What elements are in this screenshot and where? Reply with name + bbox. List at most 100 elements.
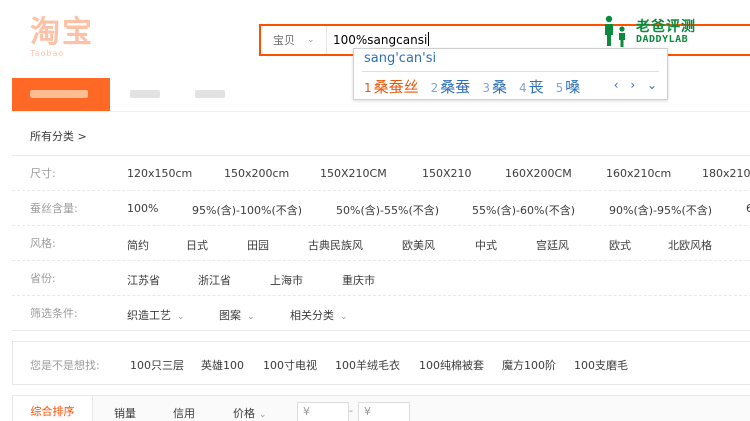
ime-candidates: 1 桑蚕丝 2 桑蚕 3桑 4丧 5嗓 — [364, 76, 592, 97]
tab-label-placeholder — [30, 90, 88, 98]
brand-name-cn: 老爸评测 — [636, 19, 696, 35]
suggestion-link[interactable]: 100寸电视 — [263, 357, 317, 373]
filter-option[interactable]: 160X200CM — [505, 167, 572, 180]
filter-option[interactable]: 中式 — [475, 237, 497, 253]
filter-option[interactable]: 150X210 — [422, 167, 472, 180]
tabs-divider — [12, 111, 750, 112]
ime-candidate-text: 丧 — [528, 78, 544, 96]
ime-candidate-text: 嗓 — [565, 78, 581, 96]
ime-candidate-number: 3 — [482, 81, 490, 95]
daddylab-watermark: 老爸评测 DADDYLAB — [600, 12, 700, 50]
chevron-down-icon: ⌄ — [177, 312, 185, 322]
ime-candidate[interactable]: 2 桑蚕 — [431, 76, 471, 97]
filter-option[interactable]: 150X210CM — [320, 167, 387, 180]
filter-label: 蚕丝含量: — [30, 202, 78, 215]
filter-option[interactable]: 重庆市 — [342, 272, 375, 288]
did-you-mean-bar: 您是不是想找: 100只三层 英雄100 100寸电视 100羊绒毛衣 100纯… — [12, 341, 750, 385]
filter-option[interactable]: 上海市 — [270, 272, 303, 288]
filter-option[interactable]: 50%(含)-55%(不含) — [336, 202, 439, 218]
sort-default[interactable]: 综合排序 — [13, 396, 93, 421]
tab-tmall[interactable] — [130, 90, 160, 98]
filter-option[interactable]: 江苏省 — [127, 272, 160, 288]
suggestion-link[interactable]: 100只三层 — [130, 357, 184, 373]
filter-row-conditions: 筛选条件: 织造工艺 ⌄ 图案 ⌄ 相关分类 ⌄ — [12, 296, 750, 331]
filter-panel: 尺寸: 120x150cm 150x200cm 150X210CM 150X21… — [12, 155, 750, 331]
sort-sales[interactable]: 销量 — [114, 405, 136, 421]
brand-name-en: DADDYLAB — [636, 34, 689, 45]
breadcrumb[interactable]: 所有分类 > — [30, 128, 87, 144]
filter-dropdown-label: 织造工艺 — [127, 309, 171, 322]
filter-label: 筛选条件: — [30, 307, 78, 320]
sort-price[interactable]: 价格 ⌄ — [233, 405, 267, 421]
ime-candidate-window[interactable]: sang'can'si 1 桑蚕丝 2 桑蚕 3桑 4丧 5嗓 ‹ › ⌄ — [353, 48, 668, 100]
filter-row-silk-content: 蚕丝含量: 100% 95%(含)-100%(不含) 50%(含)-55%(不含… — [12, 191, 750, 226]
filter-option[interactable]: 日式 — [186, 237, 208, 253]
suggestion-link[interactable]: 魔方100阶 — [502, 357, 556, 373]
filter-dropdown-pattern[interactable]: 图案 ⌄ — [219, 307, 255, 323]
ime-page-nav[interactable]: ‹ › ⌄ — [614, 78, 661, 92]
ime-candidate-text: 桑 — [491, 78, 507, 96]
ime-candidate-number: 1 — [364, 81, 372, 95]
filter-option[interactable]: 55%(含)-60%(不含) — [472, 202, 575, 218]
sort-credit[interactable]: 信用 — [173, 405, 195, 421]
ime-candidate[interactable]: 3桑 — [482, 76, 507, 97]
suggestion-link[interactable]: 100羊绒毛衣 — [335, 357, 400, 373]
chevron-down-icon: ⌄ — [307, 35, 315, 45]
filter-option[interactable]: 90%(含)-95%(不含) — [609, 202, 712, 218]
family-icon — [605, 15, 625, 47]
ime-candidate[interactable]: 4丧 — [519, 76, 544, 97]
filter-option[interactable]: 180x210cm — [702, 167, 750, 180]
filter-option[interactable]: 150x200cm — [224, 167, 289, 180]
ime-candidate-number: 2 — [430, 81, 439, 95]
filter-option[interactable]: 95%(含)-100%(不含) — [192, 202, 302, 218]
did-you-mean-label: 您是不是想找: — [30, 359, 100, 372]
price-min-input[interactable]: ¥ — [297, 402, 349, 421]
taobao-logo[interactable]: 淘宝 Taobao — [30, 16, 94, 60]
search-category-select[interactable]: 宝贝 ⌄ — [261, 26, 327, 54]
filter-row-province: 省份: 江苏省 浙江省 上海市 重庆市 — [12, 261, 750, 296]
filter-label: 尺寸: — [30, 167, 56, 180]
ime-candidate-text: 桑蚕 — [440, 78, 471, 96]
filter-label: 风格: — [30, 237, 56, 250]
suggestion-link[interactable]: 英雄100 — [201, 357, 244, 373]
suggestion-link[interactable]: 100纯棉被套 — [419, 357, 484, 373]
ime-candidate[interactable]: 1 桑蚕丝 — [364, 76, 419, 97]
chevron-down-icon: ⌄ — [259, 410, 267, 420]
filter-option[interactable]: 宫廷风 — [536, 237, 569, 253]
ime-candidate[interactable]: 5嗓 — [556, 76, 581, 97]
filter-option[interactable]: 欧式 — [609, 237, 631, 253]
filter-dropdown-category[interactable]: 相关分类 ⌄ — [290, 307, 348, 323]
logo-mark: 淘宝 — [30, 15, 94, 50]
filter-label: 省份: — [30, 272, 56, 285]
tab-shop[interactable] — [195, 90, 225, 98]
ime-divider — [362, 71, 659, 72]
filter-option[interactable]: 田园 — [247, 237, 269, 253]
filter-option[interactable]: 简约 — [127, 237, 149, 253]
tab-baobei[interactable] — [12, 78, 110, 112]
search-query: 100%sangcansi — [333, 33, 428, 47]
filter-option[interactable]: 浙江省 — [198, 272, 231, 288]
sort-price-label: 价格 — [233, 407, 255, 420]
filter-dropdown-weave[interactable]: 织造工艺 ⌄ — [127, 307, 185, 323]
filter-option[interactable]: 欧美风 — [402, 237, 435, 253]
filter-option[interactable]: 120x150cm — [127, 167, 192, 180]
filter-option[interactable]: 古典民族风 — [308, 237, 363, 253]
ime-candidate-text: 桑蚕丝 — [373, 78, 419, 96]
ime-pinyin: sang'can'si — [364, 51, 437, 66]
text-caret — [428, 32, 430, 46]
filter-dropdown-label: 图案 — [219, 309, 241, 322]
filter-option[interactable]: 北欧风格 — [668, 237, 712, 253]
chevron-down-icon: ⌄ — [247, 312, 255, 322]
ime-candidate-number: 5 — [555, 81, 564, 95]
ime-candidate-number: 4 — [518, 81, 527, 95]
search-input[interactable]: 100%sangcansi — [333, 32, 430, 47]
filter-dropdown-label: 相关分类 — [290, 309, 334, 322]
price-max-input[interactable]: ¥ — [358, 402, 410, 421]
sort-bar: 综合排序 销量 信用 价格 ⌄ ¥ - ¥ — [12, 395, 750, 421]
suggestion-link[interactable]: 100支磨毛 — [574, 357, 628, 373]
filter-option[interactable]: 6 — [746, 202, 750, 215]
filter-option[interactable]: 160x210cm — [606, 167, 671, 180]
search-category-label: 宝贝 — [273, 34, 295, 47]
filter-option[interactable]: 100% — [127, 202, 158, 215]
price-range-dash: - — [349, 404, 353, 417]
